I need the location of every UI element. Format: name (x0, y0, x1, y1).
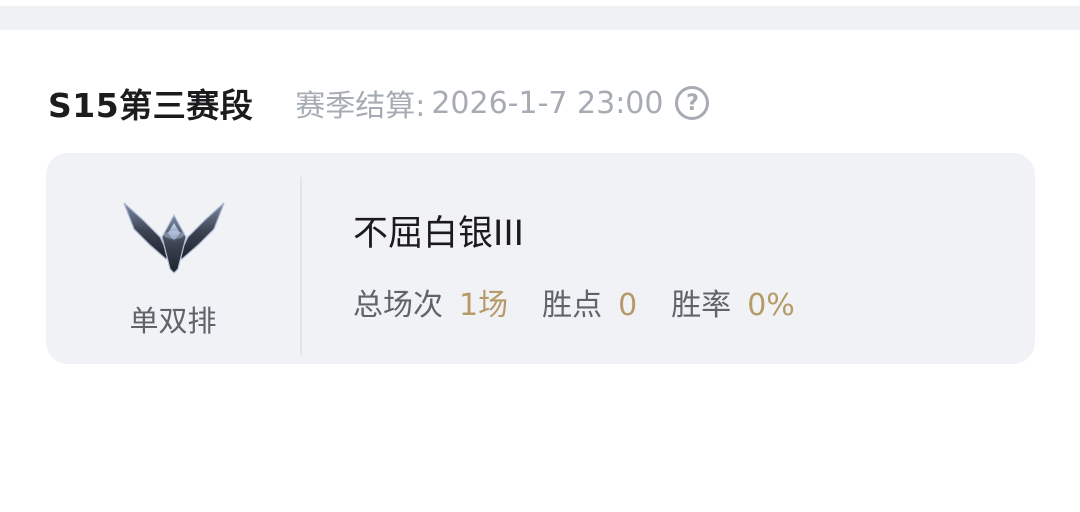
top-separator-band (0, 0, 1080, 30)
season-header: S15第三赛段 赛季结算: 2026-1-7 23:00 ? (48, 80, 710, 126)
rank-card[interactable]: 单双排 不屈白银III 总场次 1场 胜点 0 胜率 0% (46, 153, 1035, 364)
season-settlement: 赛季结算: 2026-1-7 23:00 ? (295, 81, 710, 125)
stat-value-win-rate: 0% (747, 288, 795, 323)
stat-label-win-rate: 胜率 (671, 288, 732, 323)
top-white-strip (0, 0, 1080, 6)
card-divider (300, 177, 302, 355)
stat-value-total-games: 1场 (459, 288, 509, 323)
stat-label-league-points: 胜点 (542, 288, 603, 323)
stat-label-total-games: 总场次 (353, 288, 443, 323)
settlement-time: 2026-1-7 23:00 (431, 85, 664, 121)
help-icon[interactable]: ? (675, 86, 710, 120)
queue-column: 单双排 (46, 153, 300, 364)
season-title: S15第三赛段 (48, 86, 254, 125)
silver-rank-emblem-icon (123, 202, 225, 274)
stat-value-league-points: 0 (618, 288, 638, 323)
queue-label: 单双排 (129, 304, 217, 338)
stats-row: 总场次 1场 胜点 0 胜率 0% (353, 280, 795, 324)
tier-name: 不屈白银III (353, 214, 524, 254)
settlement-label: 赛季结算: (295, 89, 426, 124)
